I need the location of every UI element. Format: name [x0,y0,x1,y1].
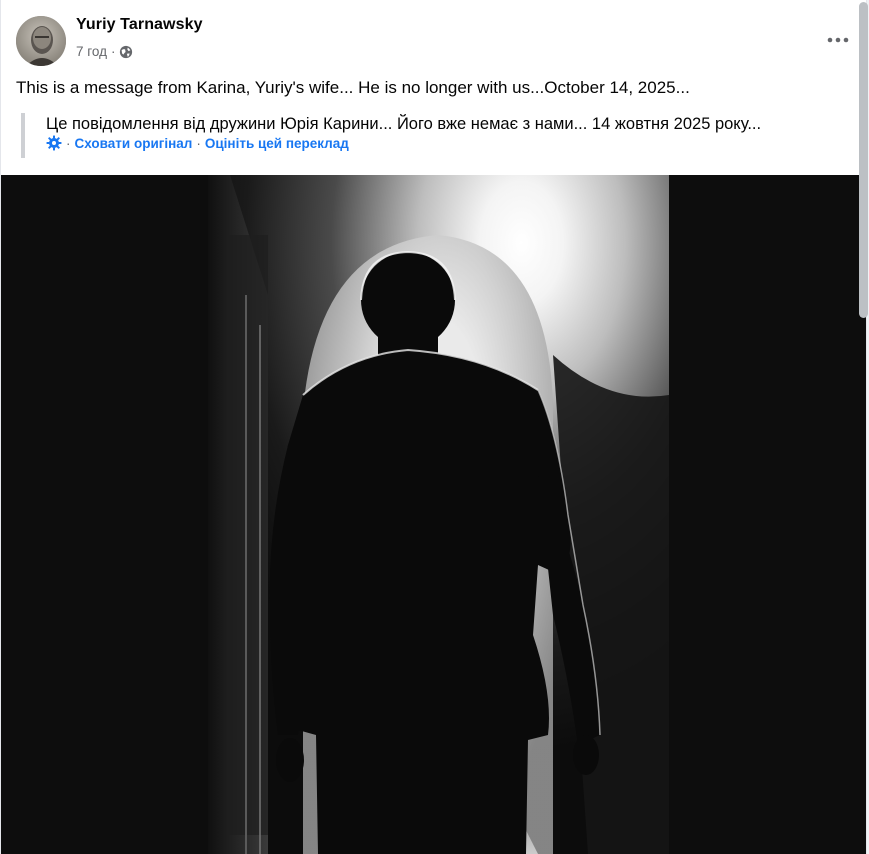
photo-image [208,175,669,854]
gear-icon[interactable] [46,135,62,151]
post-message: This is a message from Karina, Yuriy's w… [16,78,690,97]
hide-original-link[interactable]: Сховати оригінал [75,136,193,151]
scrollbar-thumb[interactable] [859,2,868,318]
post-photo[interactable] [208,175,669,854]
avatar-image [16,16,66,66]
more-options-icon[interactable] [824,30,852,50]
globe-icon[interactable] [119,45,133,59]
meta-separator: · [110,44,116,59]
link-separator: · [66,135,71,151]
post-header: Yuriy Tarnawsky 7 год · [16,16,856,68]
link-separator: · [196,135,201,151]
original-text: Це повідомлення від дружини Юрія Карини.… [46,115,762,133]
post-meta: 7 год · [76,44,133,59]
post-timestamp[interactable]: 7 год [76,44,107,59]
post-card: Yuriy Tarnawsky 7 год · This is a messag… [0,0,867,854]
translation-block: Це повідомлення від дружини Юрія Карини.… [21,113,861,158]
avatar[interactable] [16,16,66,66]
post-photo-container[interactable] [1,175,866,854]
rate-translation-link[interactable]: Оцініть цей переклад [205,136,349,151]
author-name[interactable]: Yuriy Tarnawsky [76,16,203,34]
translation-links: · Сховати оригінал · Оцініть цей перекла… [46,135,861,151]
